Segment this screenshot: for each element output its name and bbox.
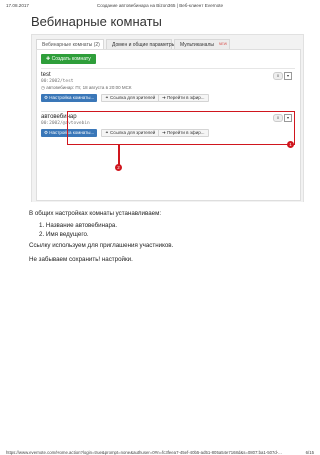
room-schedule: ◷ автовебинар: Пт, 18 августа в 20:00 МС… (41, 85, 131, 91)
print-title: Создание автовебинара на Bizon365 | Веб-… (96, 3, 224, 8)
annotation-line (118, 145, 120, 165)
tab-webinar-rooms[interactable]: Вебинарные комнаты (2) (36, 39, 104, 49)
screenshot: Вебинарные комнаты Вебинарные комнаты (2… (29, 10, 305, 202)
create-room-button[interactable]: ✚ Создать комнату (41, 54, 96, 64)
room-test: test 00:2002/test ◷ автовебинар: Пт, 18 … (41, 72, 295, 108)
tab-multichannels[interactable]: Мультиканалы NEW (174, 39, 230, 49)
tab-label: Вебинарные комнаты (2) (42, 42, 100, 48)
chevron-down-icon: ▾ (286, 73, 289, 78)
new-badge: NEW (218, 42, 227, 46)
tab-label: Мультиканалы (180, 42, 214, 48)
list-item: 1. Название автовебинара. (39, 222, 118, 229)
highlight-frame (67, 111, 295, 145)
room-id: 00:2002/test (41, 79, 74, 84)
participants-count: 0 (273, 72, 283, 80)
room-menu-toggle[interactable]: ▾ (284, 72, 292, 80)
tab-domain-settings[interactable]: Домен и общие параметры (106, 39, 176, 49)
create-room-label: Создать комнату (51, 56, 91, 62)
viewer-link-label: Ссылка для зрителей (110, 95, 156, 100)
annotation-marker-2: 2 (115, 164, 122, 171)
go-live-button[interactable]: ➜ Перейти в эфир... (158, 94, 209, 102)
list-item: 2. Имя ведущего. (39, 231, 89, 238)
intro-text: В общих настройках комнаты устанавливаем… (29, 210, 162, 217)
divider (41, 68, 295, 69)
room-name: test (41, 72, 51, 78)
viewer-link-button[interactable]: ⚭ Ссылка для зрителей (101, 94, 160, 102)
save-reminder-text: Не забываем сохранить! настройки. (29, 256, 133, 263)
page-title: Вебинарные комнаты (31, 14, 162, 29)
annotation-marker-1: 1 (287, 141, 294, 148)
tab-label: Домен и общие параметры (112, 42, 176, 48)
go-live-label: Перейти в эфир... (167, 95, 205, 100)
room-settings-label: Настройка комнаты... (49, 95, 95, 100)
room-schedule-text: автовебинар: Пт, 18 августа в 20:00 МСК (46, 85, 132, 90)
link-usage-text: Ссылку используем для приглашения участн… (29, 242, 174, 249)
room-settings-button[interactable]: ⚙ Настройка комнаты... (41, 94, 98, 102)
